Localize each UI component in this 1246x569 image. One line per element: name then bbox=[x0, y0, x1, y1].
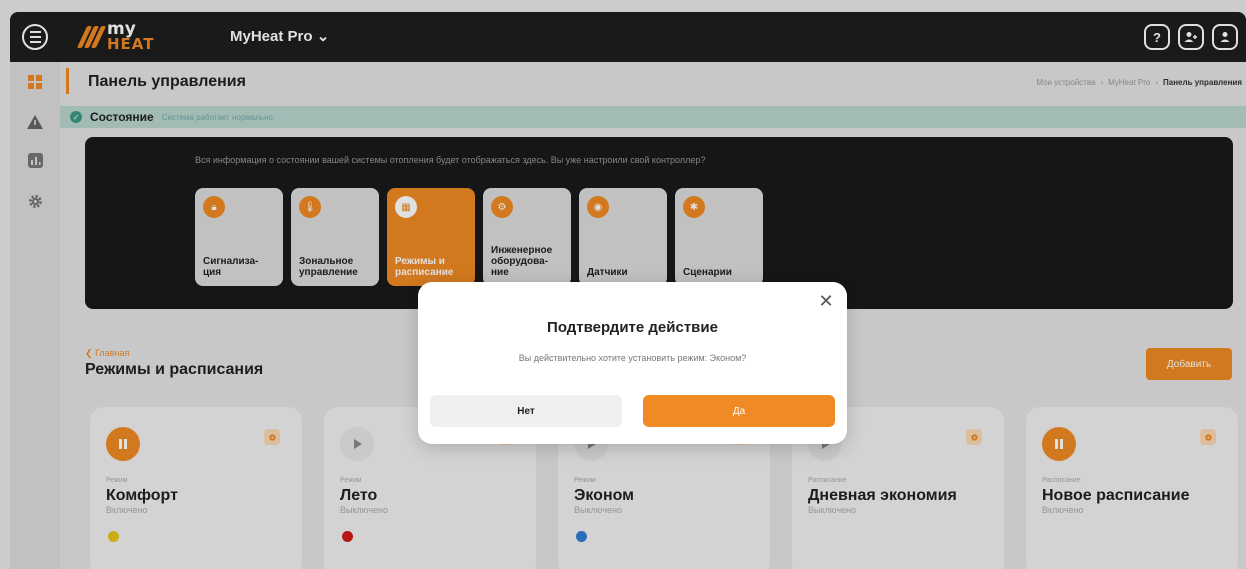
confirm-dialog: ✕ Подтвердите действие Вы действительно … bbox=[418, 282, 847, 444]
close-icon[interactable]: ✕ bbox=[817, 292, 835, 310]
dialog-title: Подтвердите действие bbox=[547, 319, 718, 336]
no-button[interactable]: Нет bbox=[430, 395, 622, 427]
dialog-text: Вы действительно хотите установить режим… bbox=[518, 353, 747, 363]
yes-button[interactable]: Да bbox=[643, 395, 835, 427]
